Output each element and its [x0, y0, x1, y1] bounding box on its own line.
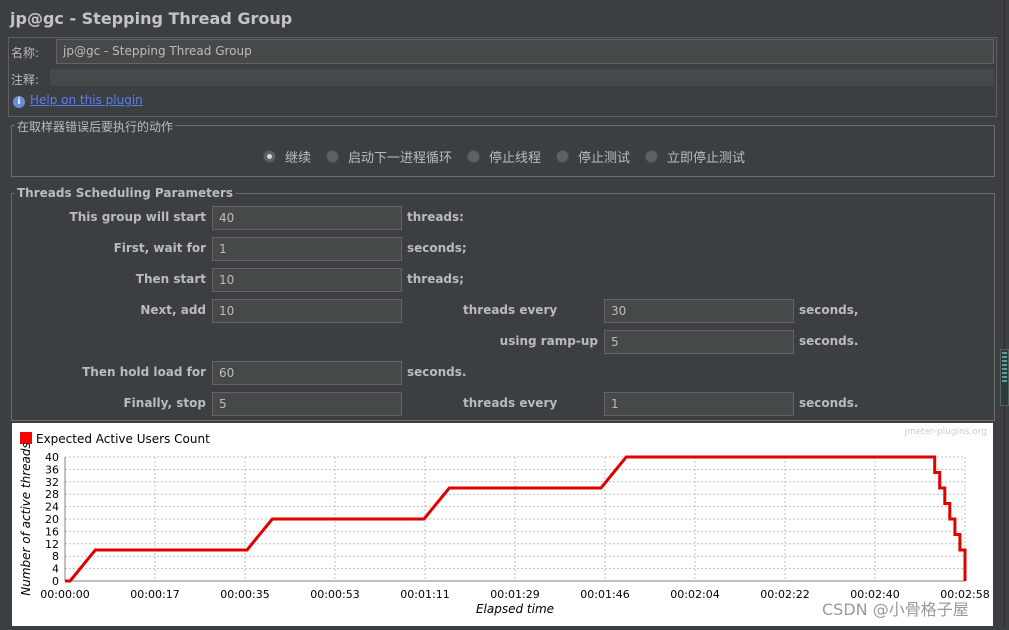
finally-stop-label: Finally, stop [123, 396, 206, 410]
then-start-label: Then start [135, 272, 206, 286]
radio-continue-label: 继续 [285, 151, 312, 166]
x-tick-label: 00:01:29 [490, 588, 539, 601]
y-tick-label: 24 [45, 501, 59, 514]
x-tick-label: 00:00:53 [310, 588, 359, 601]
x-tick-label: 00:01:11 [400, 588, 449, 601]
radio-start-next-loop-label: 启动下一进程循环 [348, 151, 453, 166]
y-tick-label: 28 [45, 488, 59, 501]
help-link[interactable]: Help on this plugin [30, 93, 143, 107]
y-tick-label: 20 [45, 513, 59, 526]
y-tick-label: 40 [45, 451, 59, 464]
next-add-label: Next, add [140, 303, 206, 317]
initial-delay-input[interactable]: 1 [212, 237, 402, 261]
hold-load-label: Then hold load for [82, 365, 206, 379]
stop-every-unit: seconds. [799, 396, 859, 410]
chart-credit: jmeter-plugins.org [904, 427, 987, 437]
x-tick-label: 00:00:17 [130, 588, 179, 601]
radio-start-next-loop[interactable]: 启动下一进程循环 [326, 147, 452, 166]
radio-stop-test-label: 停止测试 [578, 151, 631, 166]
scheduling-legend: Threads Scheduling Parameters [15, 186, 236, 200]
x-tick-label: 00:02:04 [670, 588, 719, 601]
start-threads-unit: threads: [407, 210, 464, 224]
window-edge [1004, 0, 1005, 626]
x-tick-label: 00:02:22 [760, 588, 809, 601]
y-axis-title: Number of active threads [19, 442, 33, 596]
x-tick-label: 00:01:46 [580, 588, 629, 601]
comment-input[interactable] [50, 69, 994, 86]
name-label: 名称: [11, 46, 40, 60]
y-tick-label: 12 [45, 538, 59, 551]
side-scroll-widget[interactable] [1000, 349, 1009, 406]
radio-stop-test-now[interactable]: 立即停止测试 [645, 147, 745, 166]
then-start-input[interactable]: 10 [212, 268, 402, 292]
name-input[interactable]: jp@gc - Stepping Thread Group [56, 39, 994, 64]
y-tick-label: 8 [52, 550, 59, 563]
radio-continue[interactable]: 继续 [263, 147, 311, 166]
radio-unselected-icon [326, 150, 339, 163]
next-add-input[interactable]: 10 [212, 299, 402, 323]
comment-label: 注释: [11, 73, 40, 87]
info-icon: i [13, 96, 25, 108]
radio-unselected-icon [556, 150, 569, 163]
start-threads-input[interactable]: 40 [212, 206, 402, 230]
error-action-legend: 在取样器错误后要执行的动作 [15, 118, 176, 135]
radio-unselected-icon [467, 150, 480, 163]
rampup-label: using ramp-up [499, 334, 598, 348]
y-tick-label: 36 [45, 463, 59, 476]
then-start-unit: threads; [407, 272, 464, 286]
y-tick-label: 0 [52, 575, 59, 588]
window-title: jp@gc - Stepping Thread Group [10, 9, 293, 28]
y-tick-label: 16 [45, 525, 59, 538]
hold-load-input[interactable]: 60 [212, 361, 402, 385]
rampup-input[interactable]: 5 [604, 330, 794, 354]
legend-label: Expected Active Users Count [36, 432, 210, 446]
rampup-unit: seconds. [799, 334, 859, 348]
watermark: CSDN @小骨格子屋 [822, 600, 969, 619]
initial-delay-unit: seconds; [407, 241, 467, 255]
legend-swatch [20, 432, 32, 444]
start-threads-label: This group will start [69, 210, 206, 224]
radio-selected-icon [263, 150, 276, 163]
radio-unselected-icon [645, 150, 658, 163]
x-tick-label: 00:00:00 [40, 588, 89, 601]
stop-threads-every-label: threads every [463, 396, 558, 410]
radio-stop-test[interactable]: 停止测试 [556, 147, 630, 166]
x-tick-label: 00:00:35 [220, 588, 269, 601]
radio-stop-thread-label: 停止线程 [489, 151, 542, 166]
stop-every-input[interactable]: 1 [604, 392, 794, 416]
radio-stop-thread[interactable]: 停止线程 [467, 147, 541, 166]
x-axis-title: Elapsed time [476, 602, 554, 616]
threads-every-label: threads every [463, 303, 558, 317]
radio-stop-test-now-label: 立即停止测试 [667, 151, 746, 166]
threads-every-input[interactable]: 30 [604, 299, 794, 323]
finally-stop-input[interactable]: 5 [212, 392, 402, 416]
initial-delay-label: First, wait for [113, 241, 206, 255]
y-tick-label: 4 [52, 563, 59, 576]
threads-every-unit: seconds, [799, 303, 859, 317]
y-tick-label: 32 [45, 476, 59, 489]
hold-load-unit: seconds. [407, 365, 467, 379]
